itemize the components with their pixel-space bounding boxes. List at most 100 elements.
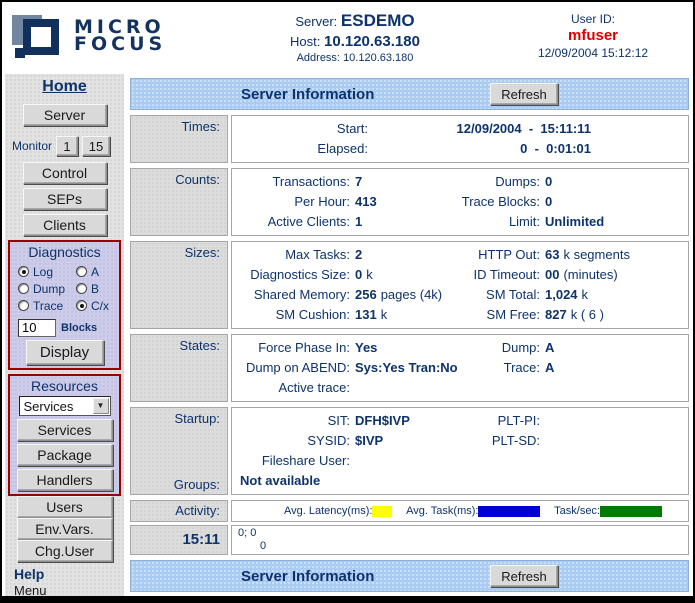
sizes-value: 0k bbox=[355, 265, 455, 285]
start-label: Start: bbox=[238, 119, 368, 139]
resources-dropdown[interactable]: Services ▼ bbox=[19, 396, 111, 416]
states-label bbox=[460, 378, 540, 398]
startup-panel: SIT: DFH$IVP PLT-PI: SYSID: $IVP PLT-SD:… bbox=[231, 407, 689, 495]
bottom-title-bar: Server Information Refresh bbox=[130, 560, 689, 592]
task-ms-swatch-icon bbox=[478, 506, 540, 517]
states-section-label: States: bbox=[130, 334, 228, 402]
times-section-label: Times: bbox=[130, 115, 228, 163]
users-button[interactable]: Users bbox=[17, 496, 113, 518]
sizes-label: Shared Memory: bbox=[238, 285, 350, 305]
counts-value: 413 bbox=[355, 192, 455, 212]
user-id-label: User ID: bbox=[493, 12, 693, 26]
seps-button[interactable]: SEPs bbox=[23, 188, 107, 210]
page-title: Server Information bbox=[241, 86, 374, 103]
counts-value: 1 bbox=[355, 212, 455, 232]
menu-link[interactable]: Menu bbox=[5, 583, 124, 596]
page-title-bottom: Server Information bbox=[241, 568, 374, 585]
radio-log[interactable]: Log bbox=[18, 265, 76, 279]
times-section: Times: Start: 12/09/2004 - 15:11:11 Elap… bbox=[130, 115, 689, 163]
diagnostics-radio-group: Log A Dump B bbox=[12, 263, 117, 314]
radio-cx-icon[interactable] bbox=[76, 300, 87, 311]
radio-log-icon[interactable] bbox=[18, 266, 29, 277]
startup-field-value bbox=[355, 451, 455, 471]
address-value: 10.120.63.180 bbox=[343, 52, 413, 64]
refresh-button[interactable]: Refresh bbox=[490, 83, 558, 105]
states-value: Yes bbox=[355, 338, 455, 358]
startup-field-value bbox=[545, 411, 682, 431]
address-label: Address: bbox=[297, 52, 340, 64]
clients-button[interactable]: Clients bbox=[23, 214, 107, 236]
activity-panel: Avg. Latency(ms): Avg. Task(ms): Task/se… bbox=[231, 500, 689, 522]
states-panel: Force Phase In: Yes Dump: A Dump on ABEN… bbox=[231, 334, 689, 402]
home-link[interactable]: Home bbox=[42, 78, 86, 95]
startup-field-label: Fileshare User: bbox=[238, 451, 350, 471]
counts-value: 7 bbox=[355, 172, 455, 192]
package-button[interactable]: Package bbox=[17, 444, 113, 466]
legend-item-latency: Avg. Latency(ms): bbox=[284, 505, 392, 517]
chguser-button[interactable]: Chg.User bbox=[17, 540, 113, 562]
server-button[interactable]: Server bbox=[23, 104, 107, 126]
host-value: 10.120.63.180 bbox=[324, 33, 420, 50]
activity-sample-section: 15:11 0; 0 0 bbox=[130, 525, 689, 555]
sizes-value: 131k bbox=[355, 305, 455, 325]
counts-section-label: Counts: bbox=[130, 168, 228, 236]
counts-value: 0 bbox=[545, 192, 682, 212]
app-header: MICRO FOCUS Server: ESDEMO Host: 10.120.… bbox=[2, 2, 693, 70]
refresh-button-bottom[interactable]: Refresh bbox=[490, 565, 558, 587]
radio-dump[interactable]: Dump bbox=[18, 282, 76, 296]
startup-field-label: PLT-PI: bbox=[460, 411, 540, 431]
radio-b[interactable]: B bbox=[76, 282, 99, 296]
radio-cx[interactable]: C/x bbox=[76, 299, 109, 313]
startup-section-label: Startup: Groups: bbox=[130, 407, 228, 495]
radio-dump-icon[interactable] bbox=[18, 283, 29, 294]
states-value bbox=[355, 378, 455, 398]
diagnostics-title: Diagnostics bbox=[12, 245, 117, 260]
monitor-interval-1-button[interactable]: 1 bbox=[56, 136, 78, 156]
counts-value: Unlimited bbox=[545, 212, 682, 232]
handlers-button[interactable]: Handlers bbox=[17, 469, 113, 491]
sizes-value: 1,024k bbox=[545, 285, 682, 305]
activity-legend: Avg. Latency(ms): Avg. Task(ms): Task/se… bbox=[232, 501, 688, 521]
activity-section-label: Activity: bbox=[130, 500, 228, 522]
radio-b-icon[interactable] bbox=[76, 283, 87, 294]
services-button[interactable]: Services bbox=[17, 419, 113, 441]
sizes-value: 63k segments bbox=[545, 245, 682, 265]
startup-field-value bbox=[545, 451, 682, 471]
user-info: User ID: mfuser 12/09/2004 15:12:12 bbox=[493, 2, 693, 70]
radio-a-icon[interactable] bbox=[76, 266, 87, 277]
top-title-bar: Server Information Refresh bbox=[130, 78, 689, 110]
sample-time-label: 15:11 bbox=[130, 525, 228, 555]
display-button[interactable]: Display bbox=[26, 340, 104, 365]
counts-label: Limit: bbox=[460, 212, 540, 232]
logo-squares-icon bbox=[12, 11, 66, 61]
activity-sample-panel: 0; 0 0 bbox=[231, 525, 689, 555]
sample-line2: 0 bbox=[238, 540, 682, 553]
startup-field-value bbox=[545, 431, 682, 451]
sizes-value: 827k ( 6 ) bbox=[545, 305, 682, 325]
sizes-label: Diagnostics Size: bbox=[238, 265, 350, 285]
counts-label: Transactions: bbox=[238, 172, 350, 192]
start-value: 12/09/2004 - 15:11:11 bbox=[373, 119, 591, 139]
activity-section: Activity: Avg. Latency(ms): Avg. Task(ms… bbox=[130, 500, 689, 522]
states-label: Force Phase In: bbox=[238, 338, 350, 358]
sizes-value: 256pages (4k) bbox=[355, 285, 455, 305]
chevron-down-icon[interactable]: ▼ bbox=[93, 398, 109, 414]
resources-panel: Resources Services ▼ Services Package Ha… bbox=[8, 374, 121, 496]
monitor-interval-15-button[interactable]: 15 bbox=[82, 136, 110, 156]
radio-trace-icon[interactable] bbox=[18, 300, 29, 311]
envvars-button[interactable]: Env.Vars. bbox=[17, 518, 113, 540]
sizes-label: ID Timeout: bbox=[460, 265, 540, 285]
startup-field-value: $IVP bbox=[355, 431, 455, 451]
radio-trace[interactable]: Trace bbox=[18, 299, 76, 313]
startup-field-label: SIT: bbox=[238, 411, 350, 431]
blocks-input[interactable] bbox=[18, 319, 56, 337]
states-section: States: Force Phase In: Yes Dump: A Dump… bbox=[130, 334, 689, 402]
elapsed-value: 0 - 0:01:01 bbox=[373, 139, 591, 159]
states-label: Active trace: bbox=[238, 378, 350, 398]
sizes-label: SM Cushion: bbox=[238, 305, 350, 325]
control-button[interactable]: Control bbox=[23, 162, 107, 184]
counts-label: Active Clients: bbox=[238, 212, 350, 232]
latency-swatch-icon bbox=[372, 506, 392, 517]
user-id-value: mfuser bbox=[493, 27, 693, 44]
radio-a[interactable]: A bbox=[76, 265, 99, 279]
